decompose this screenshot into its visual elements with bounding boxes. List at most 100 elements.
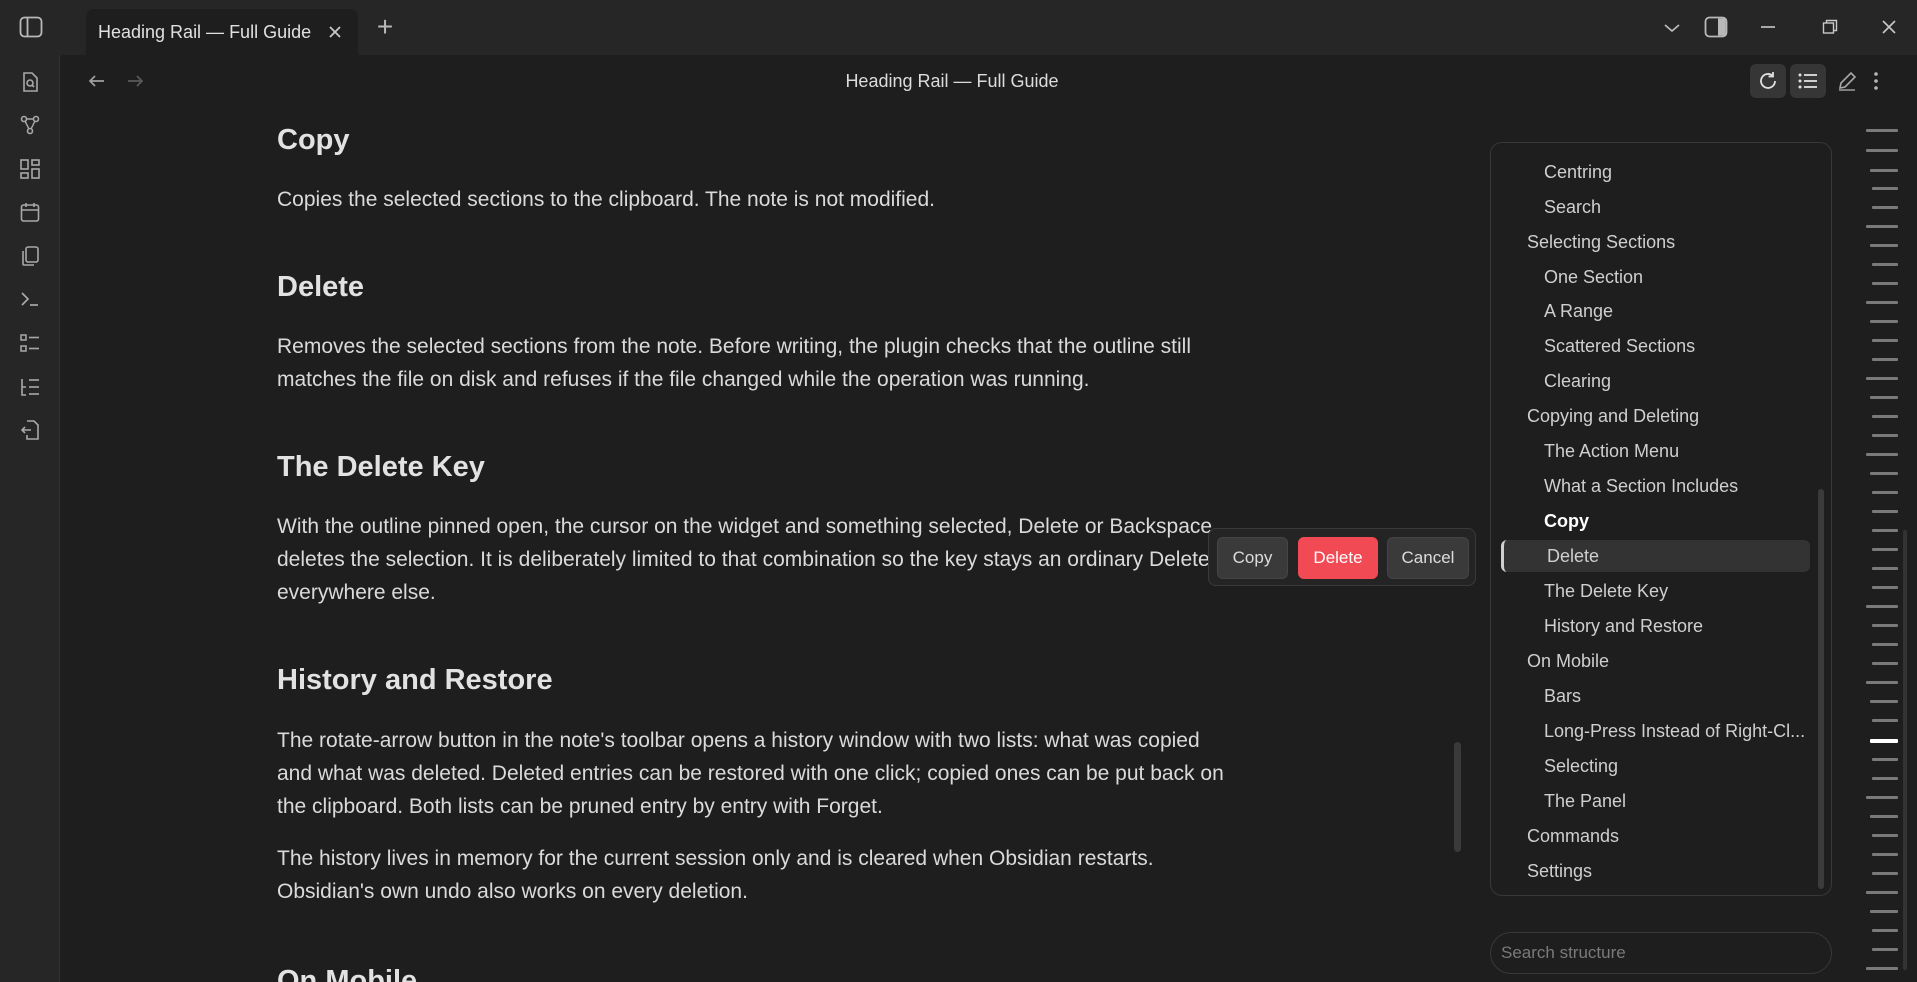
rail-mark[interactable] <box>1872 529 1898 532</box>
rail-mark[interactable] <box>1870 169 1898 172</box>
rail-mark[interactable] <box>1872 434 1898 437</box>
outline-item[interactable]: The Delete Key <box>1491 575 1831 607</box>
rail-mark[interactable] <box>1870 910 1898 913</box>
outline-icon[interactable] <box>18 375 42 399</box>
delete-button[interactable]: Delete <box>1298 537 1378 579</box>
cancel-button[interactable]: Cancel <box>1387 537 1469 579</box>
outline-item[interactable]: What a Section Includes <box>1491 470 1831 502</box>
rail-mark[interactable] <box>1872 491 1898 494</box>
rail-mark[interactable] <box>1872 872 1898 875</box>
rail-mark[interactable] <box>1872 187 1898 190</box>
rail-mark[interactable] <box>1872 548 1898 551</box>
rail-mark[interactable] <box>1872 853 1898 856</box>
outline-scrollbar[interactable] <box>1818 489 1824 889</box>
rail-mark[interactable] <box>1872 662 1898 665</box>
outline-item[interactable]: On Mobile <box>1491 645 1831 677</box>
outline-item[interactable]: Bars <box>1491 680 1831 712</box>
rail-mark[interactable] <box>1872 586 1898 589</box>
rail-mark[interactable] <box>1872 263 1898 266</box>
rail-mark[interactable] <box>1872 929 1898 932</box>
rail-mark[interactable] <box>1866 891 1898 894</box>
rail-mark[interactable] <box>1872 358 1898 361</box>
outline-item-selected[interactable]: Delete <box>1501 540 1810 572</box>
outline-item[interactable]: A Range <box>1491 295 1831 327</box>
outline-panel: Centring Search Selecting Sections One S… <box>1490 142 1832 896</box>
heading-rail[interactable] <box>1862 107 1902 982</box>
more-options-button[interactable] <box>1861 64 1891 98</box>
rail-mark[interactable] <box>1866 796 1898 799</box>
content-scrollbar[interactable] <box>1454 742 1461 852</box>
copy-button[interactable]: Copy <box>1217 537 1288 579</box>
outline-item[interactable]: Long-Press Instead of Right-Cl... <box>1491 715 1831 747</box>
outline-item[interactable]: Selecting Sections <box>1491 226 1831 258</box>
outline-item[interactable]: Scattered Sections <box>1491 330 1831 362</box>
rail-scroll-track[interactable] <box>1903 530 1907 970</box>
window-close-icon[interactable] <box>1876 14 1902 40</box>
rail-mark[interactable] <box>1872 282 1898 285</box>
note-content[interactable]: Copy Copies the selected sections to the… <box>277 107 1237 982</box>
close-icon[interactable] <box>324 21 346 43</box>
rail-mark[interactable] <box>1872 777 1898 780</box>
rail-mark[interactable] <box>1866 967 1898 970</box>
rail-mark[interactable] <box>1872 415 1898 418</box>
tab-note[interactable]: Heading Rail — Full Guide <box>86 9 358 55</box>
rail-mark[interactable] <box>1870 244 1898 247</box>
rail-mark[interactable] <box>1872 206 1898 209</box>
rail-mark[interactable] <box>1872 834 1898 837</box>
outline-item[interactable]: The Panel <box>1491 785 1831 817</box>
rail-mark[interactable] <box>1866 225 1898 228</box>
rail-mark[interactable] <box>1866 453 1898 456</box>
import-icon[interactable] <box>18 418 42 442</box>
outline-item[interactable]: Search <box>1491 191 1831 223</box>
canvas-icon[interactable] <box>18 157 42 181</box>
paragraph: The rotate-arrow button in the note's to… <box>277 729 1224 818</box>
rail-mark[interactable] <box>1872 719 1898 722</box>
outline-item[interactable]: Commands <box>1491 820 1831 852</box>
rail-mark[interactable] <box>1866 149 1898 152</box>
outline-item[interactable]: Selecting <box>1491 750 1831 782</box>
rail-mark[interactable] <box>1872 567 1898 570</box>
search-structure-input[interactable] <box>1501 933 1821 973</box>
minimize-icon[interactable] <box>1755 14 1781 40</box>
sidebar-toggle-icon[interactable] <box>18 14 44 40</box>
rail-mark[interactable] <box>1870 396 1898 399</box>
outline-item[interactable]: Centring <box>1491 156 1831 188</box>
outline-item[interactable]: One Section <box>1491 261 1831 293</box>
rail-mark[interactable] <box>1866 681 1898 684</box>
rail-mark[interactable] <box>1872 643 1898 646</box>
rail-mark[interactable] <box>1872 510 1898 513</box>
rail-mark[interactable] <box>1870 815 1898 818</box>
history-button[interactable] <box>1750 64 1786 98</box>
rail-mark[interactable] <box>1870 320 1898 323</box>
rail-mark[interactable] <box>1870 700 1898 703</box>
rail-mark[interactable] <box>1872 758 1898 761</box>
outline-item[interactable]: Settings <box>1491 855 1831 887</box>
terminal-icon[interactable] <box>18 287 42 311</box>
rail-mark[interactable] <box>1872 624 1898 627</box>
outline-item[interactable]: Copying and Deleting <box>1491 400 1831 432</box>
right-sidebar-toggle-icon[interactable] <box>1703 14 1729 40</box>
rail-mark[interactable] <box>1866 377 1898 380</box>
rail-mark[interactable] <box>1866 129 1898 132</box>
rail-mark-active[interactable] <box>1870 739 1898 743</box>
graph-icon[interactable] <box>18 113 42 137</box>
rail-mark[interactable] <box>1866 605 1898 608</box>
edit-button[interactable] <box>1829 64 1865 98</box>
new-tab-button[interactable]: + <box>372 13 398 41</box>
outline-toggle-button[interactable] <box>1790 64 1826 98</box>
files-icon[interactable] <box>18 244 42 268</box>
rail-mark[interactable] <box>1870 472 1898 475</box>
list-icon[interactable] <box>18 331 42 355</box>
rail-mark[interactable] <box>1872 339 1898 342</box>
rail-mark[interactable] <box>1872 948 1898 951</box>
restore-icon[interactable] <box>1817 14 1843 40</box>
outline-item[interactable]: Clearing <box>1491 365 1831 397</box>
rail-mark[interactable] <box>1866 301 1898 304</box>
chevron-down-icon[interactable] <box>1660 16 1684 40</box>
search-file-icon[interactable] <box>18 70 42 94</box>
calendar-icon[interactable] <box>18 200 42 224</box>
outline-item[interactable]: History and Restore <box>1491 610 1831 642</box>
outline-item-current[interactable]: Copy <box>1491 505 1831 537</box>
more-icon <box>1874 72 1878 90</box>
outline-item[interactable]: The Action Menu <box>1491 435 1831 467</box>
